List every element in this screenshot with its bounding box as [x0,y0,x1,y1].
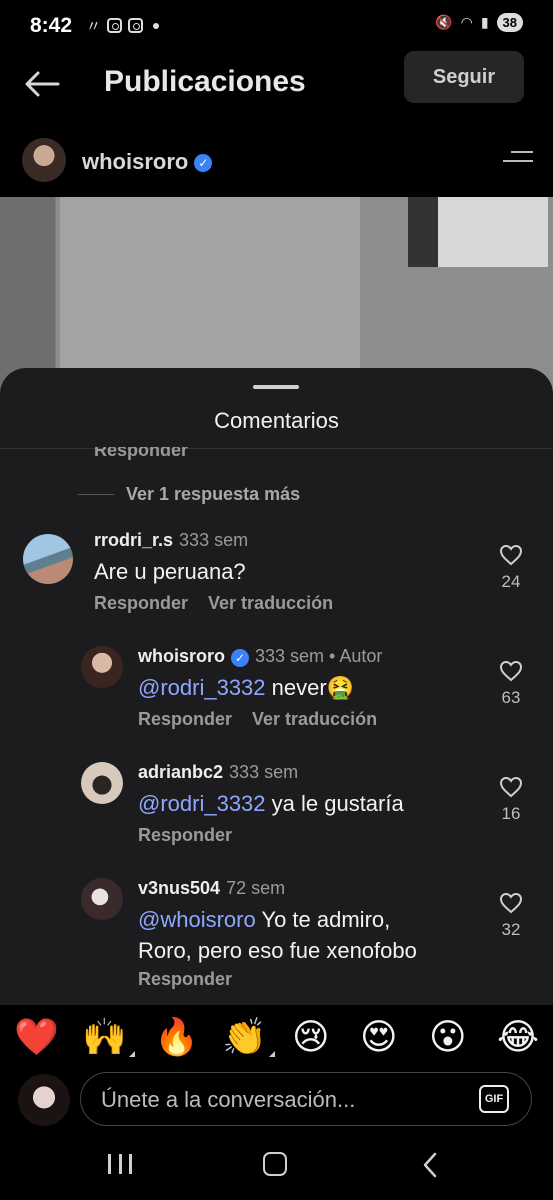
crying-emoji-button[interactable]: 😢 [292,1015,330,1059]
status-time: 8:42 [30,14,73,37]
missed-call-icon: 〃 [86,18,102,35]
heart-icon[interactable] [499,776,523,798]
comment-composer: Únete a la conversación... GIF [0,1070,553,1130]
reply-item: adrianbc2 333 sem @rodri_3332 ya le gusta… [0,760,553,850]
like-count: 63 [501,688,521,707]
emoji-reaction-bar: ❤️ 🙌 🔥 👏 😢 😍 😮 😂 [0,1005,553,1070]
mention-link[interactable]: @rodri_3332 [138,791,266,816]
more-notifications-dot [153,22,160,29]
verified-badge-icon: ✓ [194,154,213,173]
reply-item: v3nus504 72 sem @whoisroro Yo te admiro, … [0,876,553,996]
like-control: 63 [499,660,523,708]
notification-icons: 〃 [86,15,160,36]
like-control: 32 [499,892,523,940]
mention-link[interactable]: @rodri_3332 [138,675,266,700]
like-count: 32 [501,920,521,939]
heart-icon[interactable] [499,892,523,914]
comment-time: 72 sem [226,878,286,898]
heart-emoji-button[interactable]: ❤️ [14,1015,59,1059]
clapping-emoji-button[interactable]: 👏 [222,1015,275,1059]
comment-input-placeholder: Únete a la conversación... [101,1087,356,1112]
author-avatar[interactable] [22,138,66,182]
laughing-emoji-button[interactable]: 😂 [497,1015,539,1059]
status-bar: 8:42 〃 🔇 ◠ ▮ 38 [0,0,553,50]
heart-icon[interactable] [499,660,523,682]
reply-item: whoisroro ✓ 333 sem • Autor @rodri_3332 ne… [0,644,553,734]
translate-button[interactable]: Ver traducción [208,593,333,613]
sheet-divider [0,448,553,449]
page-header: Publicaciones Seguir [0,51,553,115]
reply-button[interactable]: Responder [94,593,188,613]
comment-item: rrodri_r.s 333 sem Are u peruana? Respond… [0,528,553,618]
current-user-avatar [18,1074,70,1126]
heart-eyes-emoji-button[interactable]: 😍 [360,1015,398,1059]
instagram-notification-icon-2 [128,18,144,33]
page-title: Publicaciones [104,65,306,98]
raising-hands-emoji-button[interactable]: 🙌 [82,1015,135,1059]
comment-username[interactable]: v3nus504 [138,878,220,898]
comment-time: 333 sem [229,762,299,782]
verified-badge-icon: ✓ [231,648,250,667]
commenter-avatar[interactable] [81,762,123,804]
translate-button[interactable]: Ver traducción [252,709,377,729]
like-count: 16 [501,804,521,823]
sheet-title: Comentarios [214,408,339,433]
signal-icon: ▮ [480,14,489,30]
options-menu-icon[interactable] [503,151,533,169]
fire-emoji-button[interactable]: 🔥 [154,1015,199,1059]
cut-reply-button[interactable]: Responder [94,447,188,461]
reply-button[interactable]: Responder [138,709,232,729]
comment-username[interactable]: whoisroro [138,646,225,666]
system-icons: 🔇 ◠ ▮ 38 [435,13,523,32]
system-navigation-bar [0,1130,553,1200]
surprised-emoji-button[interactable]: 😮 [429,1015,467,1059]
back-arrow-icon[interactable] [22,69,62,99]
like-control: 24 [499,544,523,592]
follow-button[interactable]: Seguir [404,51,524,103]
comment-text: @whoisroro Yo te admiro, Roro, pero eso … [138,907,417,963]
commenter-avatar[interactable] [81,878,123,920]
like-control: 16 [499,776,523,824]
author-username[interactable]: whoisroro ✓ [82,149,213,175]
comment-username[interactable]: adrianbc2 [138,762,223,782]
comment-text: Are u peruana? [94,559,246,584]
commenter-avatar[interactable] [81,646,123,688]
post-image [0,197,553,397]
reply-button[interactable]: Responder [138,825,232,845]
post-author-row: whoisroro ✓ [0,135,553,187]
battery-badge: 38 [496,13,523,32]
mention-link[interactable]: @whoisroro [138,907,256,932]
home-icon[interactable] [263,1152,287,1176]
sheet-drag-handle[interactable] [253,385,299,389]
gif-button[interactable]: GIF [479,1085,509,1113]
heart-icon[interactable] [499,544,523,566]
comment-text: @rodri_3332 never🤮 [138,675,355,700]
comment-input[interactable]: Únete a la conversación... GIF [80,1072,532,1126]
back-icon[interactable] [420,1150,440,1180]
comment-time: 333 sem [179,530,249,550]
like-count: 24 [501,572,521,591]
wifi-icon: ◠ [460,14,473,30]
comment-username[interactable]: rrodri_r.s [94,530,173,550]
view-more-replies[interactable]: Ver 1 respuesta más [78,484,300,505]
comment-time: 333 sem • Autor [255,646,383,666]
comment-text: @rodri_3332 ya le gustaría [138,791,404,816]
recent-apps-icon[interactable] [108,1154,132,1174]
reply-button[interactable]: Responder [138,969,232,989]
mute-icon: 🔇 [435,14,453,30]
commenter-avatar[interactable] [23,534,73,584]
instagram-notification-icon [107,18,123,33]
